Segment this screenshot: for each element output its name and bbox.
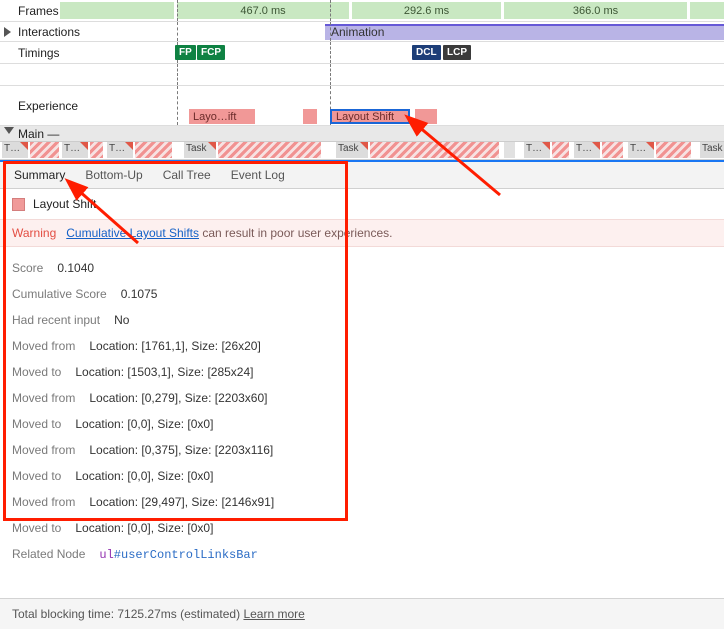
interactions-track-label: Interactions <box>18 25 80 39</box>
fp-badge[interactable]: FP <box>175 45 196 60</box>
detail-val: Location: [0,0], Size: [0x0] <box>75 521 213 535</box>
detail-key: Moved from <box>12 443 75 457</box>
task-block[interactable]: T… <box>524 142 550 158</box>
detail-val: Location: [0,279], Size: [2203x60] <box>89 391 267 405</box>
detail-key: Had recent input <box>12 313 100 327</box>
detail-key: Moved from <box>12 495 75 509</box>
detail-val: Location: [0,0], Size: [0x0] <box>75 469 213 483</box>
related-node-link[interactable]: ul#userControlLinksBar <box>99 548 257 562</box>
task-block[interactable]: Task <box>336 142 368 158</box>
frame-block[interactable]: 366.0 ms <box>504 2 688 19</box>
detail-key: Moved to <box>12 365 61 379</box>
detail-val: Location: [0,375], Size: [2203x116] <box>89 443 273 457</box>
chevron-right-icon[interactable] <box>4 27 11 37</box>
dcl-badge[interactable]: DCL <box>412 45 441 60</box>
timings-timeline[interactable]: FP FCP DCL LCP <box>175 42 724 63</box>
tab-event-log[interactable]: Event Log <box>231 168 285 182</box>
frame-block[interactable]: 467.0 ms <box>177 2 350 19</box>
layout-shift-color-chip <box>12 198 25 211</box>
interactions-timeline[interactable]: Animation <box>175 22 724 41</box>
tab-call-tree[interactable]: Call Tree <box>163 168 211 182</box>
layout-shift-block[interactable]: Layo…ift <box>189 109 255 124</box>
detail-key: Score <box>12 261 43 275</box>
tab-summary[interactable]: Summary <box>14 168 65 182</box>
fcp-badge[interactable]: FCP <box>197 45 225 60</box>
layout-shift-block[interactable] <box>415 109 437 124</box>
tabs-row: Summary Bottom-Up Call Tree Event Log <box>0 162 724 189</box>
lcp-badge[interactable]: LCP <box>443 45 471 60</box>
main-track-label: Main <box>18 127 44 141</box>
summary-details: Score 0.1040 Cumulative Score 0.1075 Had r… <box>0 247 724 580</box>
detail-key: Moved from <box>12 339 75 353</box>
detail-val: 0.1040 <box>57 261 94 275</box>
detail-val: Location: [1503,1], Size: [285x24] <box>75 365 253 379</box>
task-block[interactable]: T… <box>574 142 600 158</box>
animation-bar[interactable] <box>325 24 724 40</box>
footer-bar: Total blocking time: 7125.27ms (estimate… <box>0 598 724 629</box>
learn-more-link[interactable]: Learn more <box>243 607 304 621</box>
detail-key: Moved to <box>12 417 61 431</box>
frame-block[interactable] <box>60 2 175 19</box>
frames-track-label: Frames <box>18 4 59 18</box>
warning-text: can result in poor user experiences. <box>202 226 392 240</box>
task-block[interactable]: T… <box>107 142 133 158</box>
detail-key: Cumulative Score <box>12 287 107 301</box>
warning-bar: Warning Cumulative Layout Shifts can res… <box>0 219 724 247</box>
detail-val: No <box>114 313 129 327</box>
cls-link[interactable]: Cumulative Layout Shifts <box>66 226 199 240</box>
task-block[interactable]: T… <box>2 142 28 158</box>
layout-shift-block-selected[interactable]: Layout Shift <box>330 109 410 124</box>
layout-shift-block[interactable] <box>303 109 317 124</box>
detail-val: Location: [1761,1], Size: [26x20] <box>89 339 260 353</box>
task-block[interactable]: Task <box>184 142 216 158</box>
warning-prefix: Warning <box>12 226 56 240</box>
detail-key: Moved to <box>12 521 61 535</box>
experience-timeline[interactable]: Layo…ift Layout Shift <box>175 86 724 125</box>
summary-item-label: Layout Shift <box>33 197 96 211</box>
tab-bottom-up[interactable]: Bottom-Up <box>85 168 142 182</box>
task-block[interactable]: Task <box>700 142 724 158</box>
frame-block[interactable]: 292.6 ms <box>352 2 502 19</box>
frames-timeline[interactable]: 467.0 ms 292.6 ms 366.0 ms 328.4 <box>175 0 724 21</box>
blocking-time-text: Total blocking time: 7125.27ms (estimate… <box>12 607 243 621</box>
detail-key: Moved from <box>12 391 75 405</box>
chevron-down-icon[interactable] <box>4 127 14 134</box>
experience-track-label: Experience <box>18 99 78 113</box>
main-timeline[interactable]: T… T… T… Task Task T… T… T… Task <box>0 142 724 160</box>
detail-key: Related Node <box>12 547 85 561</box>
task-block[interactable]: T… <box>62 142 88 158</box>
frame-block[interactable]: 328.4 <box>690 2 724 19</box>
detail-key: Moved to <box>12 469 61 483</box>
timings-track-label: Timings <box>18 46 60 60</box>
detail-val: Location: [29,497], Size: [2146x91] <box>89 495 274 509</box>
animation-label: Animation <box>331 25 384 39</box>
detail-val: Location: [0,0], Size: [0x0] <box>75 417 213 431</box>
detail-val: 0.1075 <box>121 287 158 301</box>
task-block[interactable]: T… <box>628 142 654 158</box>
